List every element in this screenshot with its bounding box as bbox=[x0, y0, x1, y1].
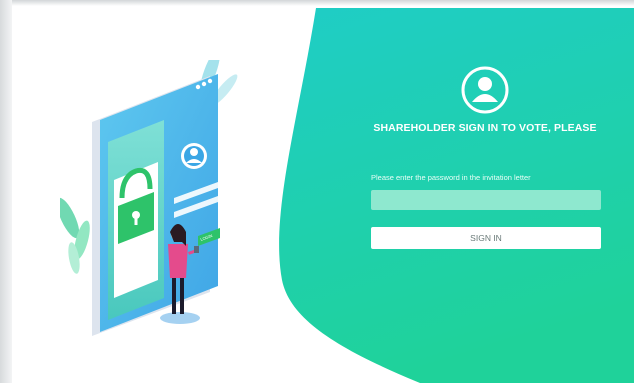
sign-in-button[interactable]: SIGN IN bbox=[371, 227, 601, 249]
password-label: Please enter the password in the invitat… bbox=[371, 173, 531, 182]
login-title: SHAREHOLDER SIGN IN TO VOTE, PLEASE bbox=[373, 122, 597, 134]
login-illustration: LOGIN bbox=[60, 60, 238, 336]
login-page: LOGIN SHAREHOLDER SIGN IN TO VOTE, PLEAS… bbox=[0, 0, 634, 383]
password-input[interactable] bbox=[371, 190, 601, 210]
left-leaves bbox=[60, 197, 90, 274]
user-avatar-icon bbox=[461, 66, 509, 114]
